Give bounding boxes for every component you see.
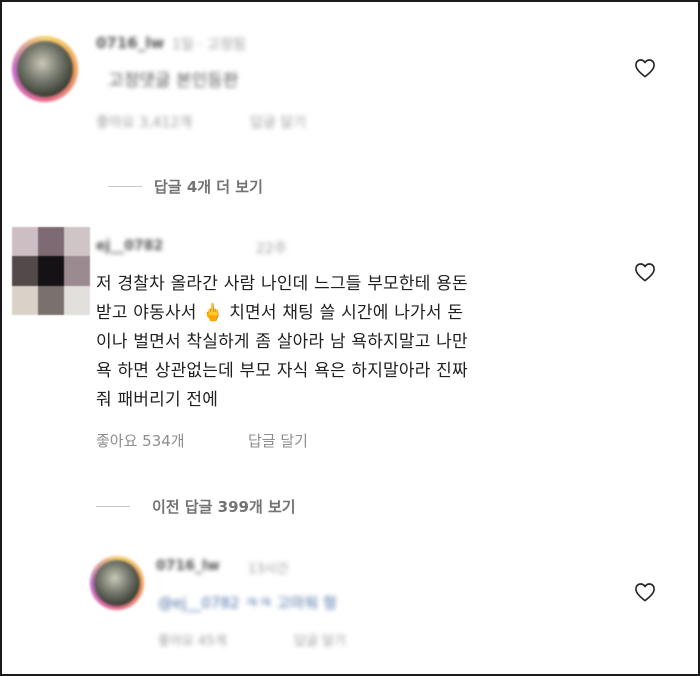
comment-text: @ej__0782 ㅋㅋ 고마워 형 <box>158 594 337 612</box>
avatar[interactable] <box>90 556 144 610</box>
likes-count[interactable]: 좋아요 534개 <box>96 430 185 451</box>
divider-line <box>108 186 142 187</box>
comment-text-line: 이나 벌면서 착실하게 좀 살아라 남 욕하지말고 나만 <box>96 332 468 352</box>
avatar[interactable] <box>12 227 90 315</box>
username[interactable]: ej__0782 <box>96 238 163 254</box>
like-heart-icon[interactable] <box>634 582 656 602</box>
avatar[interactable] <box>12 36 78 102</box>
comment-time: 1일 · 고정됨 <box>172 37 246 53</box>
view-previous-replies-button[interactable]: 이전 답글 399개 보기 <box>152 496 296 517</box>
like-heart-icon[interactable] <box>634 58 656 78</box>
likes-count[interactable]: 좋아요 45개 <box>158 630 227 649</box>
comment-text: 고정댓글 본인등판 <box>108 71 239 91</box>
comment-time: 22주 <box>256 241 287 257</box>
username[interactable]: 0716_lw <box>96 34 164 52</box>
comment-time: 13시간 <box>248 562 289 577</box>
username[interactable]: 0716_lw <box>156 558 220 574</box>
like-heart-icon[interactable] <box>634 262 656 282</box>
comment-text-line: 저 경찰차 올라간 사람 나인데 느그들 부모한테 용돈 <box>96 274 468 294</box>
comment-text-line: 욕 하면 상관없는데 부모 자식 욕은 하지말아라 진짜 <box>96 361 468 381</box>
reply-button[interactable]: 답글 달기 <box>294 630 346 649</box>
divider-line <box>96 506 130 507</box>
comment-text-line: 줘 패버리기 전에 <box>96 390 219 410</box>
reply-button[interactable]: 답글 달기 <box>250 112 306 132</box>
reply-button[interactable]: 답글 달기 <box>248 430 308 451</box>
view-more-replies-button[interactable]: 답글 4개 더 보기 <box>154 176 263 197</box>
likes-count[interactable]: 좋아요 3,412개 <box>96 112 192 132</box>
comment-text-line: 받고 야동사서 🖕 치면서 채팅 쓸 시간에 나가서 돈 <box>96 303 464 323</box>
